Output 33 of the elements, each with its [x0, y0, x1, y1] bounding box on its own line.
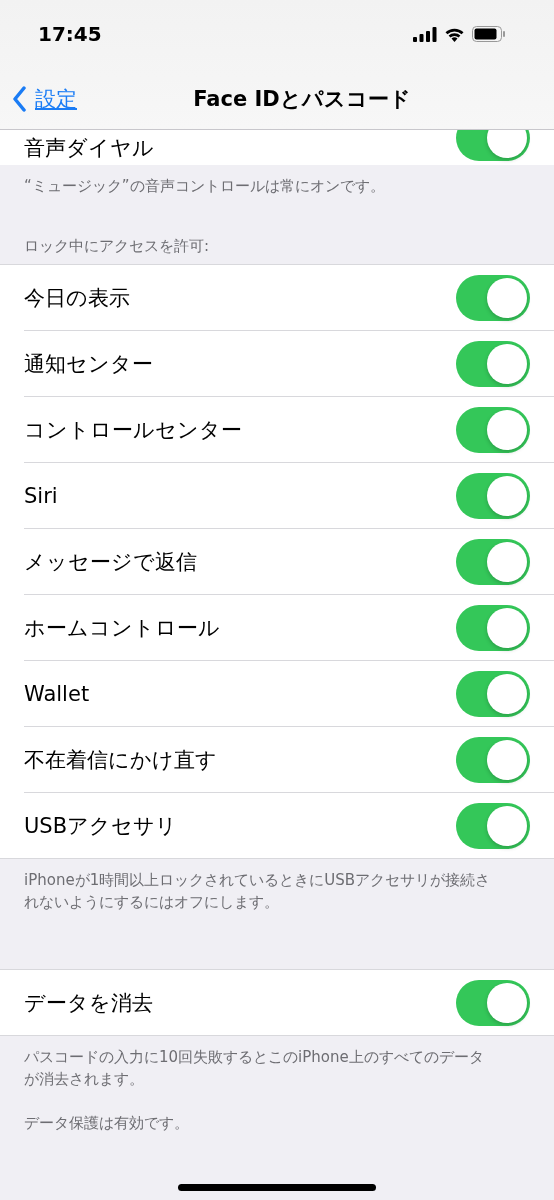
setting-label: Wallet [24, 681, 90, 706]
toggle-switch[interactable] [456, 406, 530, 453]
toggle-switch[interactable] [456, 340, 530, 387]
footer-note: データ保護は有効です。 [24, 1113, 190, 1134]
toggle-switch[interactable] [456, 274, 530, 321]
toggle-switch[interactable] [456, 979, 530, 1026]
setting-label: USBアクセサリ [24, 812, 178, 840]
setting-label: 今日の表示 [24, 284, 130, 312]
toggle-switch[interactable] [456, 604, 530, 651]
back-button[interactable]: 設定 [12, 85, 77, 113]
toggle-switch[interactable] [456, 472, 530, 519]
signal-icon [413, 26, 437, 42]
toggle-switch[interactable] [456, 736, 530, 783]
footer-note: “ミュージック”の音声コントロールは常にオンです。 [24, 176, 386, 197]
setting-label: 不在着信にかけ直す [24, 746, 217, 774]
setting-label: データを消去 [24, 989, 153, 1017]
page-title: Face IDとパスコード [193, 87, 411, 111]
footer-note: パスコードの入力に10回失敗するとこのiPhone上のすべてのデータが消去されます。 [24, 1047, 485, 1090]
battery-icon [472, 26, 506, 42]
chevron-left-icon [12, 86, 27, 112]
setting-label: 音声ダイヤル [24, 134, 154, 162]
wifi-icon [444, 26, 465, 42]
toggle-switch[interactable] [456, 670, 530, 717]
toggle-switch[interactable] [456, 802, 530, 849]
toggle-switch[interactable] [456, 538, 530, 585]
setting-label: Siri [24, 483, 58, 508]
section-header: ロック中にアクセスを許可: [23, 236, 211, 257]
setting-label: メッセージで返信 [24, 548, 197, 576]
setting-label: コントロールセンター [24, 416, 242, 444]
footer-note: iPhoneが1時間以上ロックされているときにUSBアクセサリが接続されないようにするにはオフにします。 [24, 870, 490, 913]
setting-label: 通知センター [24, 350, 153, 378]
status-time: 17:45 [38, 22, 102, 46]
setting-label: ホームコントロール [24, 614, 220, 642]
